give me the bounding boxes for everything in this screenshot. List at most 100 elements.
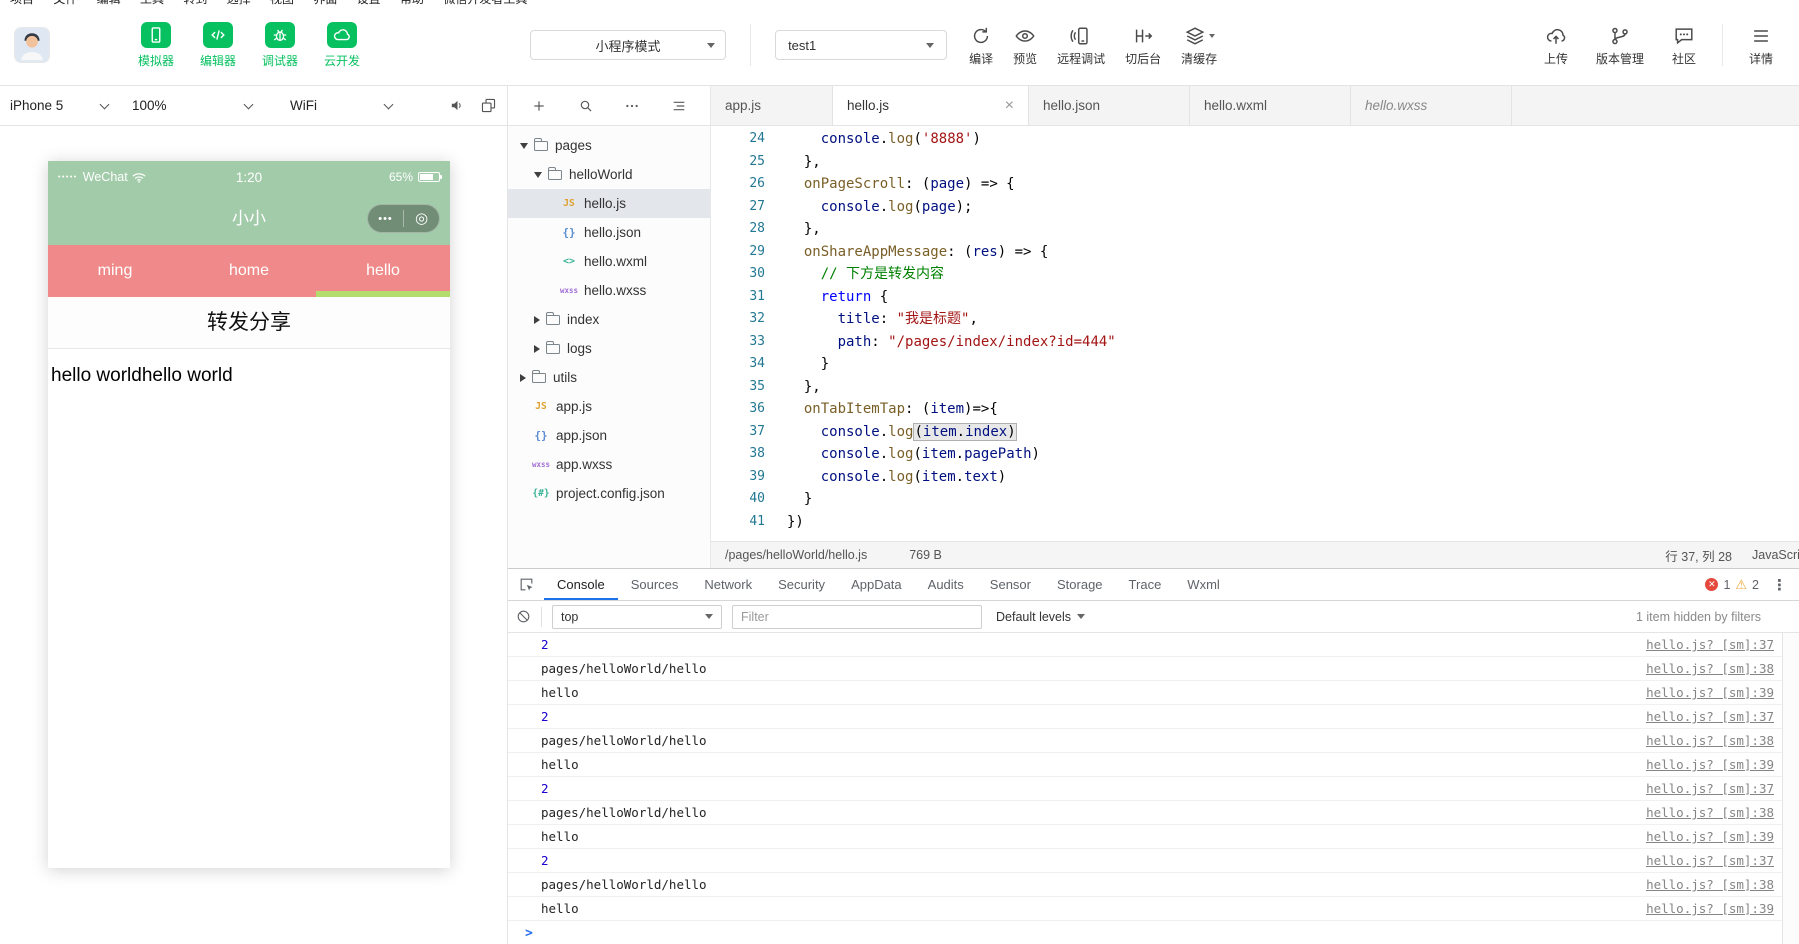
source-link[interactable]: hello.js? [sm]:38 [1646, 877, 1774, 892]
more-icon[interactable]: ••• [368, 213, 403, 225]
devtools-tab-sources[interactable]: Sources [618, 569, 692, 600]
devtools-tab-security[interactable]: Security [765, 569, 838, 600]
cloud-dev-button[interactable]: 云开发 [324, 21, 360, 69]
code-line-38[interactable]: 38 console.log(item.pagePath) [711, 443, 1799, 466]
code-line-34[interactable]: 34 } [711, 353, 1799, 376]
editor-panel-button[interactable]: 编辑器 [200, 21, 236, 69]
switch-background-button[interactable]: 切后台 [1115, 24, 1171, 67]
inspect-element-icon[interactable] [508, 569, 544, 600]
code-area[interactable]: 24 console.log('8888') 25 }, 26 onPageScro… [711, 126, 1799, 541]
devtools-tab-storage[interactable]: Storage [1044, 569, 1116, 600]
code-line-36[interactable]: 36 onTabItemTap: (item)=>{ [711, 398, 1799, 421]
source-link[interactable]: hello.js? [sm]:39 [1646, 901, 1774, 916]
code-line-37[interactable]: 37 console.log(item.index) [711, 421, 1799, 444]
code-line-24[interactable]: 24 console.log('8888') [711, 128, 1799, 151]
tree-item-app.js[interactable]: JS app.js [508, 392, 710, 421]
devtools-tab-wxml[interactable]: Wxml [1174, 569, 1233, 600]
details-button[interactable]: 详情 [1739, 24, 1783, 67]
mode-select[interactable]: 小程序模式 [530, 30, 727, 60]
network-select[interactable]: WiFi [280, 86, 402, 125]
collapse-icon[interactable] [534, 171, 542, 178]
log-levels-select[interactable]: Default levels [996, 610, 1086, 624]
collapse-icon[interactable] [520, 142, 528, 149]
tree-item-app.wxss[interactable]: wxss app.wxss [508, 450, 710, 479]
clear-cache-button[interactable]: 清缓存 [1171, 24, 1227, 67]
phone-simulator[interactable]: ••••• WeChat 1:20 65% 小小 ••• ◎ ming home h… [48, 161, 450, 868]
code-line-27[interactable]: 27 console.log(page); [711, 196, 1799, 219]
debugger-panel-button[interactable]: 调试器 [262, 21, 298, 69]
clear-console-icon[interactable] [516, 609, 531, 624]
code-line-35[interactable]: 35 }, [711, 376, 1799, 399]
devtools-menu-icon[interactable]: ⋮ [1772, 576, 1787, 594]
upload-button[interactable]: 上传 [1534, 24, 1578, 67]
source-link[interactable]: hello.js? [sm]:37 [1646, 781, 1774, 796]
speaker-icon[interactable] [449, 97, 466, 114]
code-line-30[interactable]: 30 // 下方是转发内容 [711, 263, 1799, 286]
code-line-40[interactable]: 40 } [711, 488, 1799, 511]
error-icon[interactable]: ✕ [1705, 578, 1719, 591]
tree-item-helloWorld[interactable]: helloWorld [508, 160, 710, 189]
source-link[interactable]: hello.js? [sm]:39 [1646, 757, 1774, 772]
source-link[interactable]: hello.js? [sm]:37 [1646, 853, 1774, 868]
user-avatar[interactable] [14, 27, 50, 63]
devtools-tab-trace[interactable]: Trace [1116, 569, 1175, 600]
tree-item-logs[interactable]: logs [508, 334, 710, 363]
tree-item-pages[interactable]: pages [508, 131, 710, 160]
code-line-33[interactable]: 33 path: "/pages/index/index?id=444" [711, 331, 1799, 354]
code-line-39[interactable]: 39 console.log(item.text) [711, 466, 1799, 489]
editor-tab-hello.json[interactable]: hello.json [1029, 86, 1190, 125]
warning-icon[interactable]: ⚠ [1735, 577, 1747, 593]
compile-button[interactable]: 编译 [959, 24, 1003, 67]
source-link[interactable]: hello.js? [sm]:39 [1646, 829, 1774, 844]
tree-item-project.config.json[interactable]: {#} project.config.json [508, 479, 710, 508]
version-control-button[interactable]: 版本管理 [1586, 24, 1654, 67]
tree-item-hello.wxml[interactable]: <> hello.wxml [508, 247, 710, 276]
expand-icon[interactable] [534, 315, 540, 324]
preview-button[interactable]: 预览 [1003, 24, 1047, 67]
close-tab-icon[interactable]: × [1005, 97, 1014, 114]
source-link[interactable]: hello.js? [sm]:38 [1646, 661, 1774, 676]
expand-icon[interactable] [520, 373, 526, 382]
devtools-tab-console[interactable]: Console [544, 569, 618, 600]
devtools-tab-network[interactable]: Network [691, 569, 765, 600]
code-line-29[interactable]: 29 onShareAppMessage: (res) => { [711, 241, 1799, 264]
source-link[interactable]: hello.js? [sm]:37 [1646, 637, 1774, 652]
console-scrollbar[interactable] [1782, 633, 1799, 944]
source-link[interactable]: hello.js? [sm]:39 [1646, 685, 1774, 700]
community-button[interactable]: 社区 [1662, 24, 1706, 67]
source-link[interactable]: hello.js? [sm]:38 [1646, 805, 1774, 820]
tree-item-hello.js[interactable]: JS hello.js [508, 189, 710, 218]
phone-tab-home[interactable]: home [182, 245, 316, 297]
code-line-25[interactable]: 25 }, [711, 151, 1799, 174]
tree-item-utils[interactable]: utils [508, 363, 710, 392]
editor-tab-hello.wxml[interactable]: hello.wxml [1190, 86, 1351, 125]
tree-item-app.json[interactable]: {} app.json [508, 421, 710, 450]
devtools-tab-appdata[interactable]: AppData [838, 569, 915, 600]
code-line-32[interactable]: 32 title: "我是标题", [711, 308, 1799, 331]
code-line-31[interactable]: 31 return { [711, 286, 1799, 309]
add-file-icon[interactable] [531, 98, 547, 114]
code-line-28[interactable]: 28 }, [711, 218, 1799, 241]
tree-item-hello.json[interactable]: {} hello.json [508, 218, 710, 247]
outline-icon[interactable] [671, 98, 687, 114]
project-select[interactable]: test1 [775, 30, 948, 60]
home-icon[interactable]: ◎ [404, 211, 439, 226]
code-line-26[interactable]: 26 onPageScroll: (page) => { [711, 173, 1799, 196]
source-link[interactable]: hello.js? [sm]:37 [1646, 709, 1774, 724]
devtools-tab-sensor[interactable]: Sensor [977, 569, 1044, 600]
more-icon[interactable] [624, 98, 640, 114]
expand-icon[interactable] [534, 344, 540, 353]
editor-tab-hello.js[interactable]: hello.js × [833, 86, 1029, 125]
dual-window-icon[interactable] [480, 97, 497, 114]
source-link[interactable]: hello.js? [sm]:38 [1646, 733, 1774, 748]
phone-tab-hello[interactable]: hello [316, 245, 450, 297]
capsule-menu[interactable]: ••• ◎ [367, 204, 440, 233]
console-prompt-row[interactable]: > [508, 921, 1799, 944]
remote-debug-button[interactable]: 远程调试 [1047, 24, 1115, 67]
tree-item-index[interactable]: index [508, 305, 710, 334]
search-icon[interactable] [578, 98, 594, 114]
editor-tab-app.js[interactable]: app.js [711, 86, 833, 125]
execution-context-select[interactable]: top [552, 604, 722, 629]
simulator-panel-button[interactable]: 模拟器 [138, 21, 174, 69]
console-filter-input[interactable] [732, 604, 982, 629]
